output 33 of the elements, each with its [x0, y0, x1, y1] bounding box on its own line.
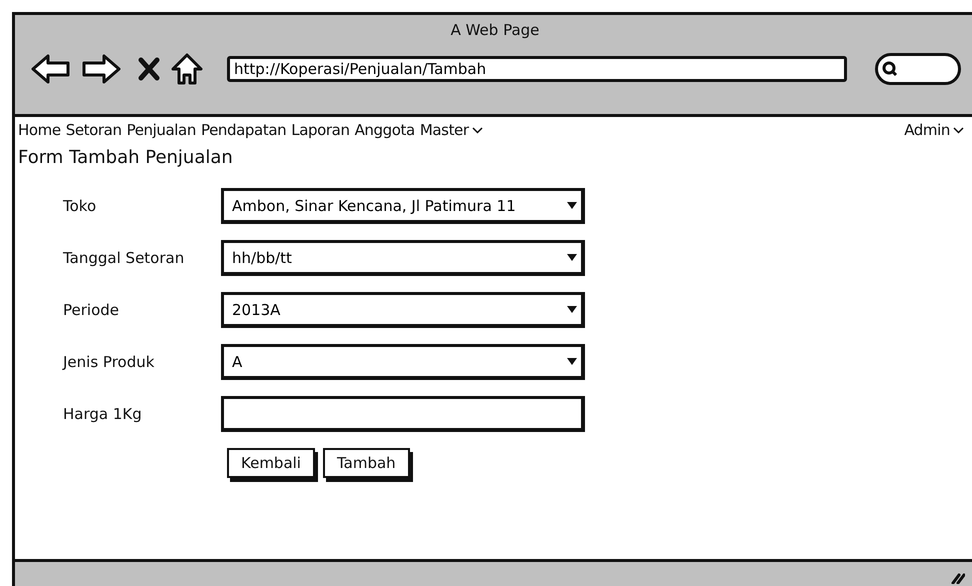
search-icon — [882, 61, 898, 77]
field-label: Harga 1Kg — [63, 405, 143, 423]
search-field[interactable] — [875, 53, 961, 85]
dropdown-arrow-icon — [567, 306, 577, 313]
dropdown-arrow-icon — [567, 254, 577, 261]
chevron-down-icon — [472, 126, 483, 134]
nav-link[interactable]: Penjualan — [126, 121, 196, 139]
nav-link[interactable]: Master — [420, 121, 483, 139]
nav-link[interactable]: Pendapatan — [200, 121, 286, 139]
user-menu[interactable]: Admin — [904, 121, 964, 139]
dropdown-field[interactable]: A — [221, 344, 585, 380]
input-field[interactable] — [221, 396, 585, 432]
address-bar[interactable]: http://Koperasi/Penjualan/Tambah — [227, 56, 847, 82]
field-label: Tanggal Setoran — [63, 249, 186, 267]
back-arrow-icon[interactable] — [31, 53, 71, 85]
dropdown-arrow-icon — [567, 202, 577, 209]
nav-link[interactable]: Anggota — [354, 121, 415, 139]
field-label: Jenis Produk — [63, 353, 156, 371]
dropdown-arrow-icon — [567, 358, 577, 365]
dropdown-field[interactable]: hh/bb/tt — [221, 240, 585, 276]
field-label: Toko — [63, 197, 98, 215]
nav-link[interactable]: Setoran — [66, 121, 122, 139]
dropdown-field[interactable]: Ambon, Sinar Kencana, Jl Patimura 11 — [221, 188, 585, 224]
dropdown-field[interactable]: 2013A — [221, 292, 585, 328]
forward-arrow-icon[interactable] — [81, 53, 121, 85]
home-icon[interactable] — [171, 53, 203, 85]
close-icon[interactable] — [137, 57, 161, 81]
window-title: A Web Page — [450, 21, 540, 39]
field-label: Periode — [63, 301, 120, 319]
chevron-down-icon — [953, 126, 964, 134]
form-title: Form Tambah Penjualan — [18, 147, 234, 168]
nav-link[interactable]: Home — [18, 121, 61, 139]
nav-link[interactable]: Laporan — [291, 121, 350, 139]
